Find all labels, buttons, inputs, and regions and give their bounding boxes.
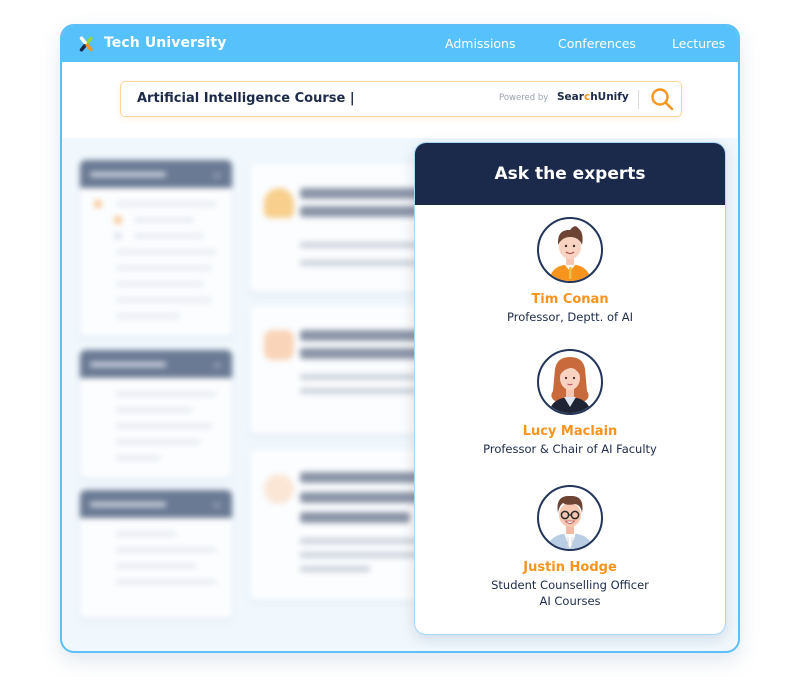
app-window: Tech University Admissions Conferences L…: [60, 24, 740, 653]
expert-name[interactable]: Lucy Maclain: [415, 424, 725, 439]
expert-card: Lucy Maclain Professor & Chair of AI Fac…: [415, 349, 725, 457]
provider-suffix: hUnify: [590, 91, 629, 103]
nav-admissions[interactable]: Admissions: [445, 26, 516, 62]
expert-role: Student Counselling Officer: [491, 578, 649, 592]
result-card: [250, 306, 430, 434]
male-avatar-icon: [549, 226, 591, 281]
brand-name[interactable]: Tech University: [104, 35, 226, 51]
powered-by-label: Powered by: [499, 93, 549, 103]
search-icon: [651, 88, 674, 111]
search-input[interactable]: [137, 82, 477, 115]
male-glasses-avatar-icon: [547, 495, 593, 549]
tech-university-logo-icon: [79, 36, 93, 52]
result-card: [250, 164, 430, 292]
expert-role: Professor, Deptt. of AI: [507, 310, 633, 324]
filter-header: [80, 160, 232, 188]
expert-avatar[interactable]: [537, 485, 603, 551]
result-card: [250, 450, 430, 600]
expert-name[interactable]: Justin Hodge: [415, 560, 725, 575]
search-button[interactable]: [648, 85, 676, 113]
search-box: Powered by SearchUnify: [120, 81, 682, 117]
nav-conferences[interactable]: Conferences: [558, 26, 636, 62]
expert-card: Justin Hodge Student Counselling Officer…: [415, 485, 725, 609]
expert-role: Professor & Chair of AI Faculty: [483, 442, 657, 456]
expert-role-secondary: AI Courses: [539, 594, 601, 608]
provider-prefix: Sear: [557, 91, 584, 103]
female-avatar-icon: [549, 357, 591, 413]
filter-card: [80, 490, 232, 618]
filter-header: [80, 350, 232, 378]
expert-avatar[interactable]: [537, 217, 603, 283]
nav-lectures[interactable]: Lectures: [672, 26, 725, 62]
experts-panel-header: Ask the experts: [415, 143, 725, 205]
top-navigation-bar: Tech University Admissions Conferences L…: [62, 26, 738, 62]
ask-experts-panel: Ask the experts Tim Conan Professor, Dep…: [414, 142, 726, 635]
experts-panel-title: Ask the experts: [494, 164, 646, 184]
expert-avatar[interactable]: [537, 349, 603, 415]
searchunify-logo: SearchUnify: [557, 91, 629, 103]
expert-card: Tim Conan Professor, Deptt. of AI: [415, 217, 725, 325]
search-divider: [638, 90, 639, 109]
filter-card: [80, 350, 232, 478]
filter-header: [80, 490, 232, 518]
search-area: Powered by SearchUnify: [62, 62, 738, 138]
filter-card: [80, 160, 232, 336]
expert-name[interactable]: Tim Conan: [415, 292, 725, 307]
